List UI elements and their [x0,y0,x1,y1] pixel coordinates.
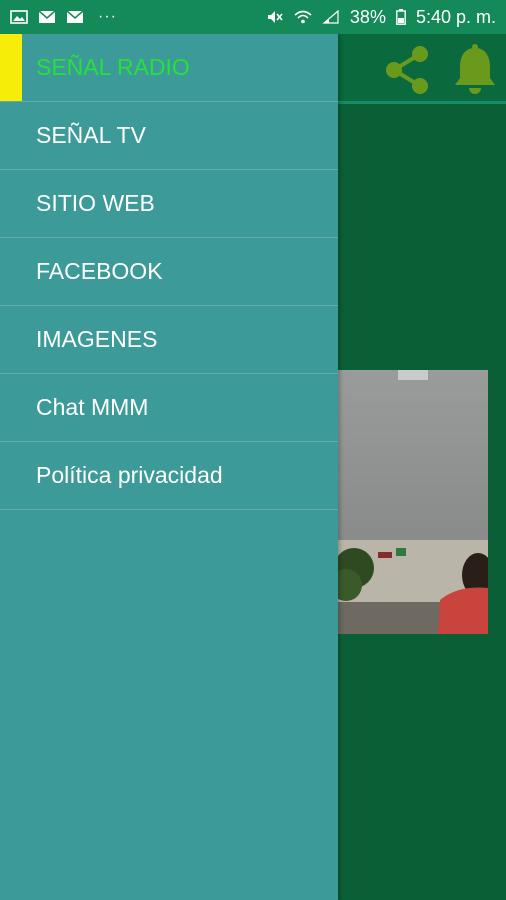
active-item-indicator [0,34,22,101]
mail-icon [66,10,84,23]
drawer-item-label: FACEBOOK [36,258,163,284]
drawer-item-imagenes[interactable]: IMAGENES [0,306,338,374]
more-notifications-indicator: ··· [98,8,117,25]
screen: ··· 38% 5:40 p. m. SEÑAL RADIO SEÑAL TV … [0,0,506,900]
image-icon [10,10,28,24]
drawer-item-label: Política privacidad [36,462,223,488]
navigation-drawer: SEÑAL RADIO SEÑAL TV SITIO WEB FACEBOOK … [0,34,338,900]
drawer-item-senal-radio[interactable]: SEÑAL RADIO [0,34,338,102]
status-right: 38% 5:40 p. m. [266,7,496,28]
share-icon[interactable] [380,42,436,98]
drawer-item-label: Chat MMM [36,394,149,420]
content-photo [338,370,488,634]
mail-icon [38,10,56,23]
drawer-item-senal-tv[interactable]: SEÑAL TV [0,102,338,170]
drawer-item-label: SITIO WEB [36,190,155,216]
battery-percentage: 38% [349,6,386,27]
wifi-icon [294,10,312,24]
photo-scene-image [338,370,488,634]
clock: 5:40 p. m. [415,6,496,27]
mute-icon [267,11,283,23]
drawer-item-chat-mmm[interactable]: Chat MMM [0,374,338,442]
status-left: ··· [10,8,117,26]
drawer-item-label: SEÑAL RADIO [36,54,190,80]
battery-icon [396,9,406,25]
drawer-item-sitio-web[interactable]: SITIO WEB [0,170,338,238]
drawer-item-label: IMAGENES [36,326,158,352]
drawer-menu: SEÑAL RADIO SEÑAL TV SITIO WEB FACEBOOK … [0,34,338,510]
bell-icon[interactable] [450,42,500,98]
status-bar: ··· 38% 5:40 p. m. [0,0,506,34]
drawer-item-politica-privacidad[interactable]: Política privacidad [0,442,338,510]
signal-icon [322,10,339,24]
drawer-item-label: SEÑAL TV [36,122,146,148]
drawer-item-facebook[interactable]: FACEBOOK [0,238,338,306]
